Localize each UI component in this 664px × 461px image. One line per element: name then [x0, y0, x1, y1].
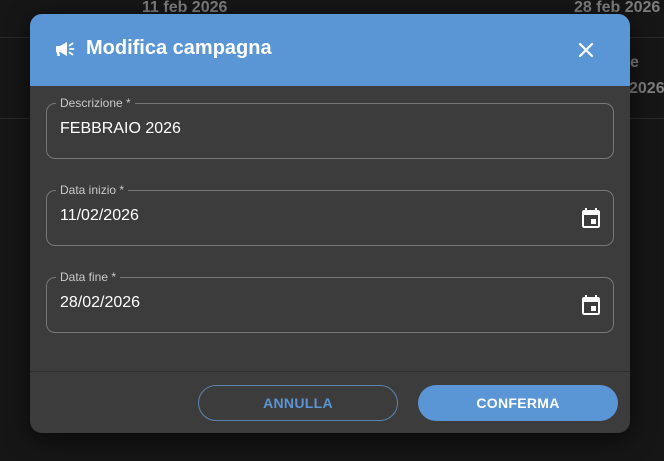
megaphone-icon	[54, 38, 76, 60]
close-icon	[578, 42, 594, 58]
edit-campaign-dialog: Modifica campagna Descrizione * FEBBRAIO…	[30, 14, 630, 433]
cancel-button[interactable]: ANNULLA	[198, 385, 398, 421]
start-date-label: Data inizio *	[56, 182, 129, 198]
description-value[interactable]: FEBBRAIO 2026	[60, 120, 181, 138]
description-field[interactable]: Descrizione * FEBBRAIO 2026	[46, 95, 614, 159]
dialog-header: Modifica campagna	[30, 14, 630, 86]
end-date-value[interactable]: 28/02/2026	[60, 294, 140, 312]
calendar-icon[interactable]	[579, 206, 603, 230]
end-date-field[interactable]: Data fine * 28/02/2026	[46, 269, 614, 333]
close-button[interactable]	[570, 34, 602, 66]
background-cell-text: 2026	[629, 80, 664, 97]
start-date-value[interactable]: 11/02/2026	[60, 207, 139, 225]
description-label: Descrizione *	[56, 95, 135, 111]
footer-divider	[30, 371, 630, 372]
background-cell-text: e	[630, 54, 639, 71]
confirm-button[interactable]: CONFERMA	[418, 385, 618, 421]
end-date-label: Data fine *	[56, 269, 121, 285]
dialog-title: Modifica campagna	[86, 37, 272, 59]
start-date-field[interactable]: Data inizio * 11/02/2026	[46, 182, 614, 246]
calendar-icon[interactable]	[579, 293, 603, 317]
